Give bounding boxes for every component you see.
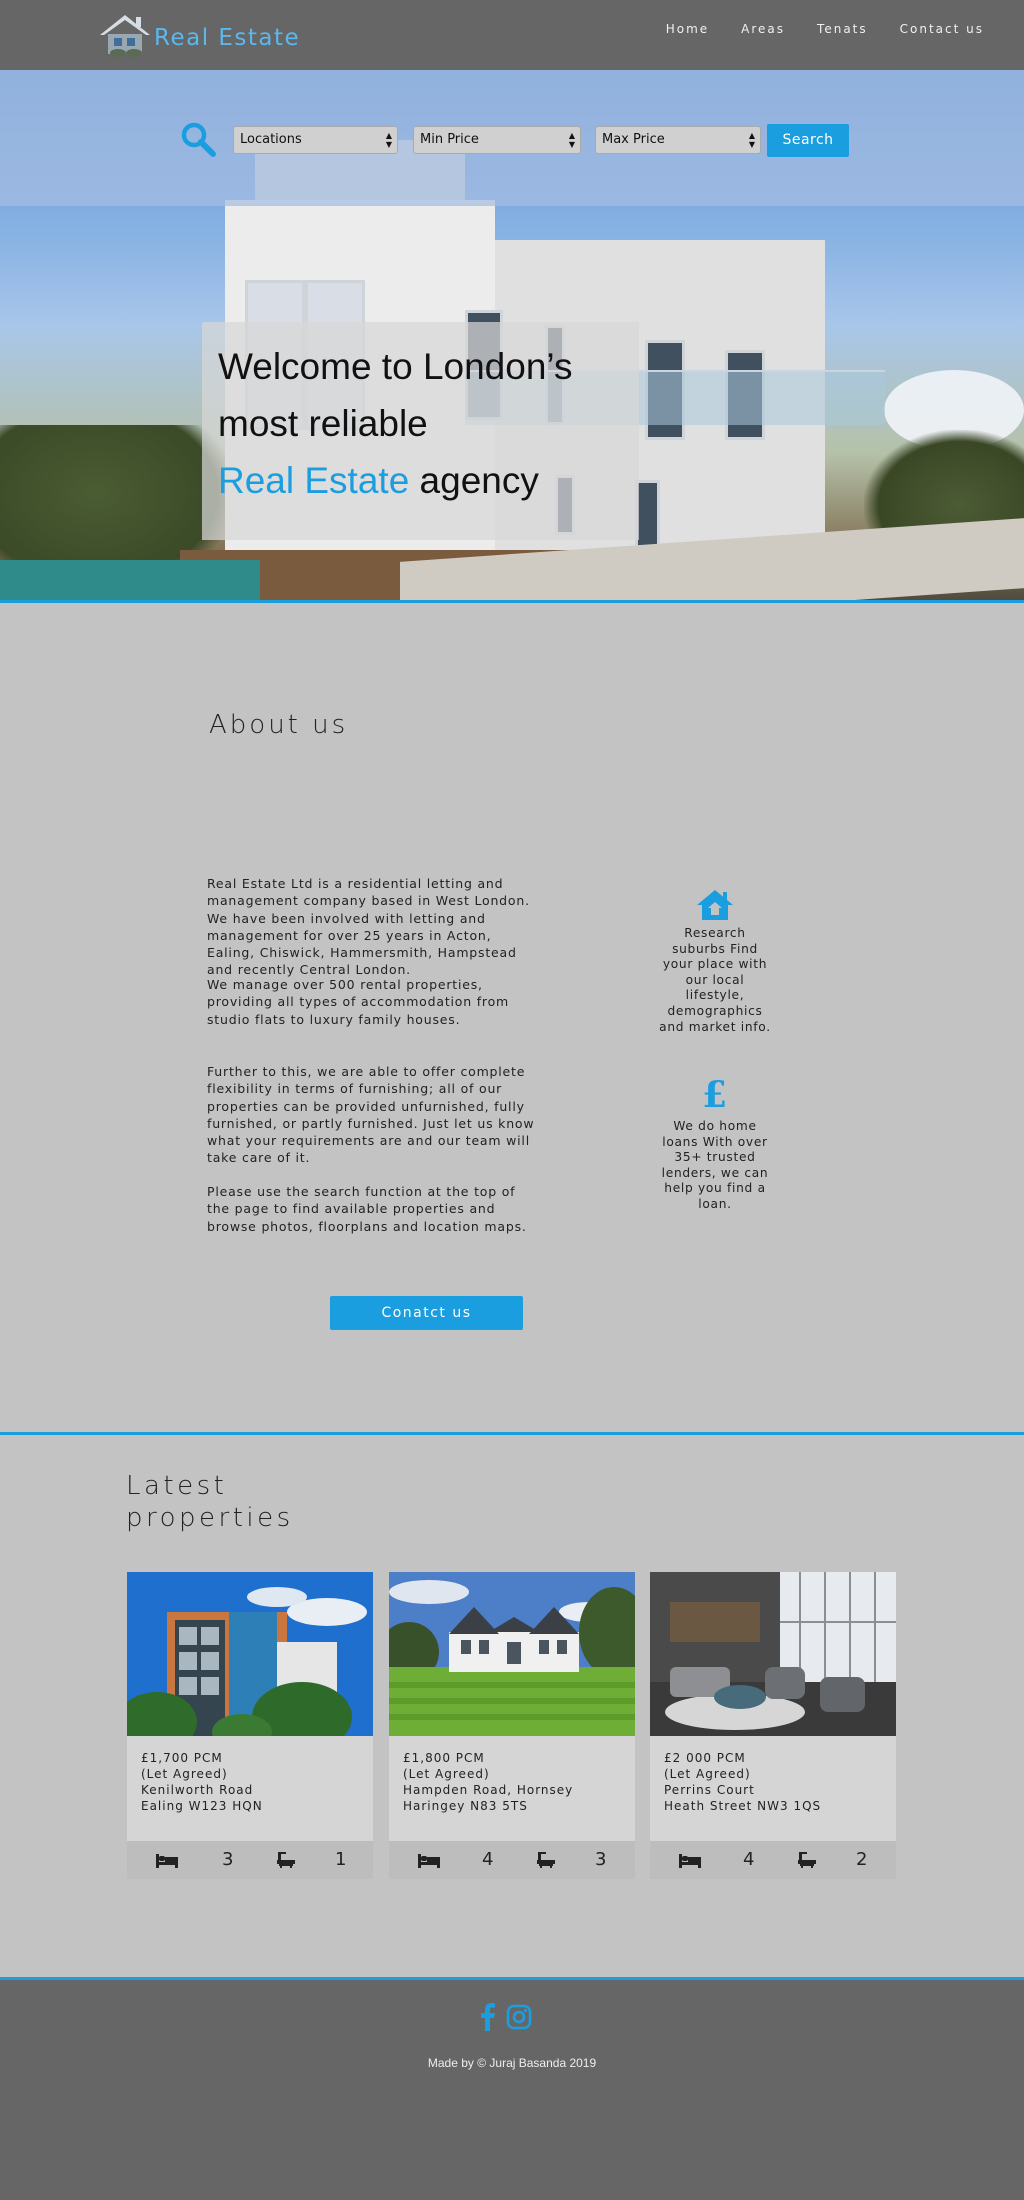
min-price-select-value: Min Price [420, 132, 479, 147]
house-logo-icon [100, 15, 150, 57]
bed-icon [679, 1854, 701, 1868]
locations-select[interactable]: Locations ▲ ▼ [233, 126, 398, 154]
feature-loans: £ We do home loans With over 35+ trusted… [658, 1075, 772, 1213]
property-stats: 4 3 [389, 1841, 635, 1879]
hero-heading-line1: Welcome to London’s [218, 346, 573, 387]
bed-count: 4 [743, 1849, 755, 1870]
nav-tenants[interactable]: Tenats [817, 22, 868, 36]
nav-links: Home Areas Tenats Contact us [666, 22, 984, 36]
bed-count: 4 [482, 1849, 494, 1870]
bath-icon [537, 1852, 555, 1868]
about-paragraph-4: Please use the search function at the to… [207, 1184, 527, 1234]
property-status: (Let Agreed) [141, 1767, 228, 1781]
nav-home[interactable]: Home [666, 22, 709, 36]
hero-accent-text: Real Estate [218, 460, 410, 501]
property-address-line1: Perrins Court [664, 1783, 755, 1797]
nav-contact[interactable]: Contact us [900, 22, 984, 36]
bed-count: 3 [222, 1849, 234, 1870]
welcome-box: Welcome to London’s most reliable Real E… [202, 322, 639, 540]
max-price-select[interactable]: Max Price ▲ ▼ [595, 126, 761, 154]
property-stats: 3 1 [127, 1841, 373, 1879]
bath-count: 1 [335, 1849, 347, 1870]
instagram-icon[interactable] [506, 2004, 532, 2030]
about-paragraph-2: We manage over 500 rental properties, pr… [207, 977, 510, 1027]
nav-areas[interactable]: Areas [741, 22, 785, 36]
hero-heading-line2: most reliable [218, 403, 428, 444]
locations-select-value: Locations [240, 132, 302, 147]
hero-pool [0, 560, 260, 602]
top-navbar: Real Estate Home Areas Tenats Contact us [0, 0, 1024, 70]
property-stats: 4 2 [650, 1841, 896, 1879]
bath-count: 3 [595, 1849, 607, 1870]
feature-research: Research suburbs Find your place with ou… [658, 888, 772, 1035]
min-price-select[interactable]: Min Price ▲ ▼ [413, 126, 581, 154]
property-card[interactable]: £1,700 PCM (Let Agreed) Kenilworth Road … [127, 1572, 373, 1879]
property-price: £2 000 PCM [664, 1751, 746, 1765]
bed-icon [156, 1854, 178, 1868]
feature-research-text: Research suburbs Find your place with ou… [659, 926, 771, 1034]
search-bar: Locations ▲ ▼ Min Price ▲ ▼ Max Price ▲ ▼ S… [0, 70, 1024, 206]
hero-divider [0, 600, 1024, 603]
bath-icon [798, 1852, 816, 1868]
about-paragraph-1: Real Estate Ltd is a residential letting… [207, 876, 530, 978]
select-arrows-icon: ▲ ▼ [385, 131, 392, 149]
bath-icon [277, 1852, 295, 1868]
contact-button[interactable]: Conatct us [330, 1296, 523, 1330]
pound-icon: £ [702, 1074, 728, 1116]
about-paragraph-3: Further to this, we are able to offer co… [207, 1064, 535, 1166]
bed-icon [418, 1854, 440, 1868]
property-card[interactable]: £2 000 PCM (Let Agreed) Perrins Court He… [650, 1572, 896, 1879]
feature-loans-text: We do home loans With over 35+ trusted l… [661, 1119, 769, 1211]
property-info: £2 000 PCM (Let Agreed) Perrins Court He… [664, 1750, 821, 1814]
hero-heading-line3: Real Estate agency [218, 452, 623, 509]
property-price: £1,800 PCM [403, 1751, 485, 1765]
property-info: £1,800 PCM (Let Agreed) Hampden Road, Ho… [403, 1750, 573, 1814]
property-photo-interior[interactable] [650, 1572, 896, 1736]
logo[interactable]: Real Estate [96, 10, 300, 58]
property-photo-apartments[interactable] [127, 1572, 373, 1736]
hero-heading-line3-rest: agency [409, 460, 539, 501]
property-address-line2: Heath Street NW3 1QS [664, 1799, 822, 1813]
bath-count: 2 [856, 1849, 868, 1870]
property-address-line2: Haringey N83 5TS [403, 1799, 528, 1813]
hero-section: Locations ▲ ▼ Min Price ▲ ▼ Max Price ▲ ▼ S… [0, 70, 1024, 602]
property-photo-house[interactable] [389, 1572, 635, 1736]
property-price: £1,700 PCM [141, 1751, 223, 1765]
social-links [480, 2003, 532, 2031]
property-address-line1: Kenilworth Road [141, 1783, 254, 1797]
property-info: £1,700 PCM (Let Agreed) Kenilworth Road … [141, 1750, 263, 1814]
select-arrows-icon: ▲ ▼ [748, 131, 755, 149]
section-divider [0, 1432, 1024, 1435]
latest-title-line1: Latest [126, 1471, 228, 1501]
search-icon [181, 122, 216, 157]
footer-credit: Made by © Juraj Basanda 2019 [427, 2056, 597, 2070]
search-button[interactable]: Search [767, 124, 849, 157]
facebook-icon[interactable] [480, 2003, 496, 2031]
select-arrows-icon: ▲ ▼ [568, 131, 575, 149]
latest-title: Latest properties [126, 1470, 294, 1534]
house-icon [697, 890, 733, 920]
property-address-line1: Hampden Road, Hornsey [403, 1783, 574, 1797]
max-price-select-value: Max Price [602, 132, 665, 147]
about-title: About us [209, 710, 349, 740]
property-address-line2: Ealing W123 HQN [141, 1799, 263, 1813]
property-status: (Let Agreed) [664, 1767, 751, 1781]
brand-name: Real Estate [154, 25, 301, 51]
property-status: (Let Agreed) [403, 1767, 490, 1781]
footer: Made by © Juraj Basanda 2019 [0, 1980, 1024, 2200]
latest-title-line2: properties [126, 1503, 294, 1533]
property-card[interactable]: £1,800 PCM (Let Agreed) Hampden Road, Ho… [389, 1572, 635, 1879]
